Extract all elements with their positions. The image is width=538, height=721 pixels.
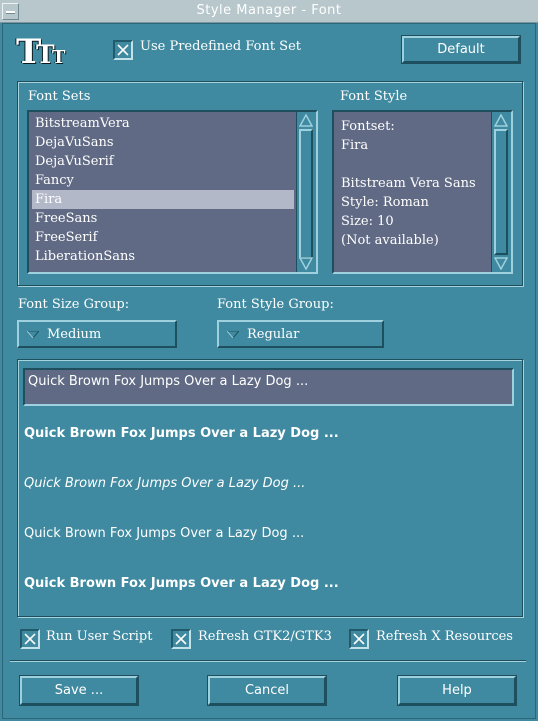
font-logo-icon: T T T xyxy=(16,32,66,72)
font-style-info: Fontset: Fira Bitstream Vera Sans Style: Ro… xyxy=(332,110,513,274)
font-style-line: Size: 10 xyxy=(341,214,394,229)
font-size-group-label: Font Size Group: xyxy=(18,297,130,312)
font-style-line: Bitstream Vera Sans xyxy=(341,176,476,191)
refresh-x-label: Refresh X Resources xyxy=(376,629,513,644)
check-x-icon xyxy=(353,633,365,645)
check-x-icon xyxy=(117,44,129,56)
scroll-down-icon[interactable] xyxy=(299,256,313,270)
preview-sample-italic: Quick Brown Fox Jumps Over a Lazy Dog ..… xyxy=(24,476,306,491)
refresh-gtk-label: Refresh GTK2/GTK3 xyxy=(198,629,332,644)
refresh-x-checkbox[interactable] xyxy=(349,629,369,649)
dropdown-arrow-icon xyxy=(27,331,39,339)
font-sets-scrollbar[interactable] xyxy=(296,112,316,272)
font-set-item[interactable]: FreeSans xyxy=(32,209,294,228)
preview-sample-bold-2: Quick Brown Fox Jumps Over a Lazy Dog ..… xyxy=(24,576,339,591)
run-user-script-checkbox[interactable] xyxy=(20,629,40,649)
scroll-up-icon[interactable] xyxy=(494,114,508,128)
check-x-icon xyxy=(175,633,187,645)
check-x-icon xyxy=(24,633,36,645)
font-set-item[interactable]: DejaVuSans xyxy=(32,133,294,152)
font-set-item[interactable]: Fancy xyxy=(32,171,294,190)
preview-input[interactable]: Quick Brown Fox Jumps Over a Lazy Dog ..… xyxy=(23,368,514,406)
preview-sample-regular: Quick Brown Fox Jumps Over a Lazy Dog ..… xyxy=(24,526,305,541)
help-button[interactable]: Help xyxy=(397,675,517,706)
save-button[interactable]: Save ... xyxy=(19,675,139,706)
cancel-button[interactable]: Cancel xyxy=(207,675,327,706)
dropdown-arrow-icon xyxy=(227,331,239,339)
separator xyxy=(10,660,526,662)
font-set-item[interactable]: DejaVuSerif xyxy=(32,152,294,171)
scroll-down-icon[interactable] xyxy=(494,256,508,270)
font-sets-scroll-thumb[interactable] xyxy=(299,129,313,259)
font-sets-list[interactable]: BitstreamVera DejaVuSans DejaVuSerif Fancy F… xyxy=(27,110,318,274)
font-style-scroll-thumb[interactable] xyxy=(494,129,508,255)
font-set-item[interactable]: BitstreamVera xyxy=(32,114,294,133)
run-user-script-label: Run User Script xyxy=(46,629,153,644)
font-size-group-value: Medium xyxy=(47,327,102,342)
font-style-group-label: Font Style Group: xyxy=(217,297,334,312)
use-predefined-label: Use Predefined Font Set xyxy=(140,39,302,54)
font-set-item[interactable]: FreeSerif xyxy=(32,228,294,247)
font-style-line: Fira xyxy=(341,138,369,153)
font-style-line xyxy=(341,155,489,174)
font-style-group-dropdown[interactable]: Regular xyxy=(217,320,384,348)
scroll-up-icon[interactable] xyxy=(299,114,313,128)
font-style-line: (Not available) xyxy=(341,233,439,248)
title-bar[interactable]: Style Manager - Font xyxy=(0,0,538,23)
font-style-line: Fontset: xyxy=(341,119,395,134)
font-style-label: Font Style xyxy=(340,89,408,104)
preview-sample-bold: Quick Brown Fox Jumps Over a Lazy Dog ..… xyxy=(24,426,339,441)
font-style-group-value: Regular xyxy=(247,327,300,342)
refresh-gtk-checkbox[interactable] xyxy=(171,629,191,649)
font-style-scrollbar[interactable] xyxy=(491,112,511,272)
font-sets-label: Font Sets xyxy=(28,89,91,104)
preview-input-text: Quick Brown Fox Jumps Over a Lazy Dog ..… xyxy=(28,374,309,389)
use-predefined-checkbox[interactable] xyxy=(113,40,133,60)
font-style-line: Style: Roman xyxy=(341,195,429,210)
default-button[interactable]: Default xyxy=(401,35,521,64)
font-set-item[interactable]: LiberationSans xyxy=(32,247,294,266)
window-title: Style Manager - Font xyxy=(196,3,342,18)
font-size-group-dropdown[interactable]: Medium xyxy=(17,320,177,348)
font-set-item[interactable]: Fira xyxy=(32,190,294,209)
